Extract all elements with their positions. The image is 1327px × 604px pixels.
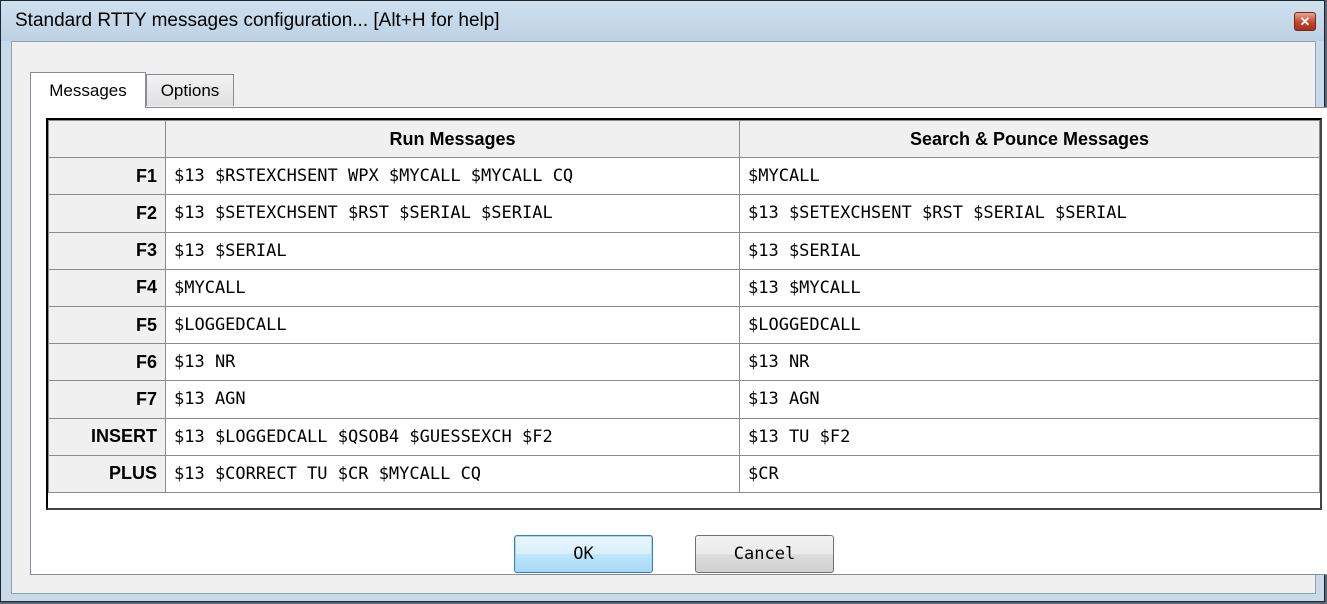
header-sp-messages: Search & Pounce Messages bbox=[739, 119, 1320, 159]
run-message-cell[interactable]: $13 $SETEXCHSENT $RST $SERIAL $SERIAL bbox=[165, 194, 740, 233]
row-key: F4 bbox=[48, 268, 166, 307]
run-message-cell[interactable]: $13 $LOGGEDCALL $QSOB4 $GUESSEXCH $F2 bbox=[165, 417, 740, 456]
table-row: PLUS $13 $CORRECT TU $CR $MYCALL CQ $CR bbox=[48, 454, 1320, 493]
table-row: F2 $13 $SETEXCHSENT $RST $SERIAL $SERIAL… bbox=[48, 194, 1320, 233]
table-row: INSERT $13 $LOGGEDCALL $QSOB4 $GUESSEXCH… bbox=[48, 417, 1320, 456]
row-key: F7 bbox=[48, 380, 166, 419]
row-key: F3 bbox=[48, 231, 166, 270]
table-row: F4 $MYCALL $13 $MYCALL bbox=[48, 268, 1320, 307]
tab-messages[interactable]: Messages bbox=[30, 72, 146, 108]
messages-tab-panel: Run Messages Search & Pounce Messages F1… bbox=[30, 107, 1327, 575]
dialog-client-area: Messages Options Run Messages Search & P… bbox=[11, 41, 1327, 594]
header-key bbox=[48, 119, 166, 159]
row-key: INSERT bbox=[48, 417, 166, 456]
sp-message-cell[interactable]: $13 TU $F2 bbox=[739, 417, 1320, 456]
row-key: F5 bbox=[48, 305, 166, 345]
row-key: F1 bbox=[48, 157, 166, 196]
table-header-row: Run Messages Search & Pounce Messages bbox=[48, 119, 1320, 159]
close-icon: ✕ bbox=[1299, 14, 1311, 29]
run-message-cell[interactable]: $13 NR bbox=[165, 343, 740, 382]
run-message-cell[interactable]: $13 AGN bbox=[165, 380, 740, 419]
sp-message-cell[interactable]: $MYCALL bbox=[739, 157, 1320, 196]
sp-message-cell[interactable]: $CR bbox=[739, 454, 1320, 493]
dialog-window: Standard RTTY messages configuration... … bbox=[0, 0, 1327, 602]
row-key: PLUS bbox=[48, 454, 166, 493]
header-run-messages: Run Messages bbox=[165, 119, 740, 159]
messages-table: Run Messages Search & Pounce Messages F1… bbox=[48, 119, 1320, 493]
sp-message-cell[interactable]: $13 $MYCALL bbox=[739, 268, 1320, 307]
tab-options[interactable]: Options bbox=[146, 74, 234, 106]
row-key: F2 bbox=[48, 194, 166, 233]
table-row: F7 $13 AGN $13 AGN bbox=[48, 380, 1320, 419]
title-bar[interactable]: Standard RTTY messages configuration... … bbox=[1, 1, 1324, 41]
window-title: Standard RTTY messages configuration... … bbox=[15, 10, 500, 31]
run-message-cell[interactable]: $LOGGEDCALL bbox=[165, 305, 740, 345]
close-button[interactable]: ✕ bbox=[1294, 12, 1316, 31]
sp-message-cell[interactable]: $13 NR bbox=[739, 343, 1320, 382]
ok-button[interactable]: OK bbox=[514, 535, 653, 573]
cancel-button[interactable]: Cancel bbox=[695, 535, 834, 573]
table-row: F1 $13 $RSTEXCHSENT WPX $MYCALL $MYCALL … bbox=[48, 157, 1320, 196]
table-row: F5 $LOGGEDCALL $LOGGEDCALL bbox=[48, 305, 1320, 345]
table-row: F6 $13 NR $13 NR bbox=[48, 343, 1320, 382]
run-message-cell[interactable]: $13 $CORRECT TU $CR $MYCALL CQ bbox=[165, 454, 740, 493]
sp-message-cell[interactable]: $13 $SETEXCHSENT $RST $SERIAL $SERIAL bbox=[739, 194, 1320, 233]
run-message-cell[interactable]: $13 $SERIAL bbox=[165, 231, 740, 270]
sp-message-cell[interactable]: $13 AGN bbox=[739, 380, 1320, 419]
messages-grid: Run Messages Search & Pounce Messages F1… bbox=[46, 118, 1322, 510]
run-message-cell[interactable]: $MYCALL bbox=[165, 268, 740, 307]
table-row: F3 $13 $SERIAL $13 $SERIAL bbox=[48, 231, 1320, 270]
sp-message-cell[interactable]: $LOGGEDCALL bbox=[739, 305, 1320, 345]
row-key: F6 bbox=[48, 343, 166, 382]
run-message-cell[interactable]: $13 $RSTEXCHSENT WPX $MYCALL $MYCALL CQ bbox=[165, 157, 740, 196]
sp-message-cell[interactable]: $13 $SERIAL bbox=[739, 231, 1320, 270]
